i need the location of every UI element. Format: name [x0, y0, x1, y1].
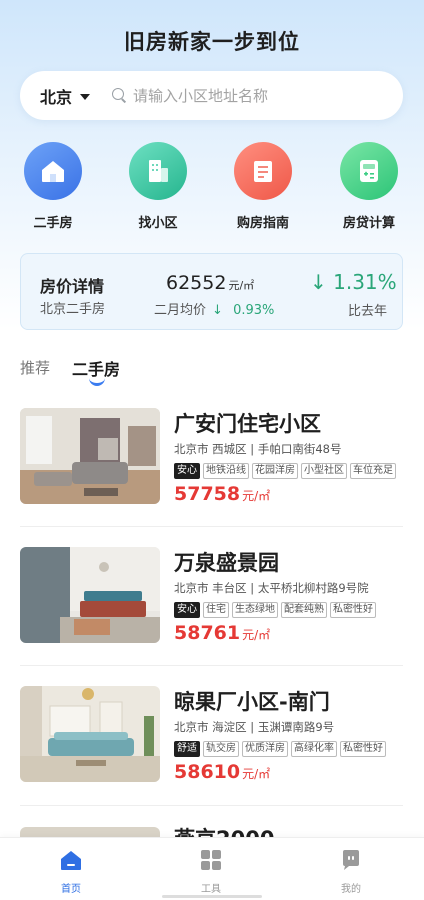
home-indicator — [162, 895, 262, 898]
divider — [20, 526, 403, 527]
arrow-down-icon: ↓ — [212, 303, 223, 318]
yearly-change: ↓ 1.31% — [310, 270, 397, 294]
listing-tag: 生态绿地 — [232, 602, 278, 618]
listing-badge: 舒适 — [174, 741, 200, 757]
listing-price: 58761 元/㎡ — [174, 622, 270, 644]
listing-tags: 舒适 轨交房 优质洋房 高绿化率 私密性好 — [174, 741, 389, 757]
calculator-icon — [340, 142, 398, 200]
profile-icon — [311, 848, 391, 876]
listing-price: 57758 元/㎡ — [174, 483, 270, 505]
listing-price-value: 57758 — [174, 483, 241, 505]
year-change-value: 1.31% — [333, 270, 397, 294]
listing-name: 晾果厂小区-南门 — [174, 690, 330, 714]
nav-home-label: 首页 — [61, 884, 81, 895]
listing-photo — [20, 547, 160, 643]
guide-book-icon — [234, 142, 292, 200]
price-details-card[interactable]: 房价详情 北京二手房 62552 元/㎡ 二月均价 ↓ 0.93% ↓ 1.31% … — [20, 253, 403, 330]
nav-tools-label: 工具 — [201, 884, 221, 895]
listing-photo — [20, 686, 160, 782]
listing-price-value: 58610 — [174, 761, 241, 783]
city-label: 北京 — [40, 87, 73, 107]
listing-tag: 轨交房 — [203, 741, 239, 757]
home-icon — [31, 848, 111, 876]
monthly-change: 二月均价 ↓ 0.93% — [154, 299, 274, 318]
page-title: 旧房新家一步到位 — [124, 30, 300, 54]
tab-second-hand[interactable]: 二手房 — [72, 356, 120, 380]
tab-recommend[interactable]: 推荐 — [20, 357, 50, 378]
city-selector[interactable]: 北京 — [40, 84, 91, 108]
quick-action-find-community[interactable]: 找小区 — [113, 142, 203, 231]
listing-price-unit: 元/㎡ — [242, 628, 271, 642]
listing-tag: 小型社区 — [301, 463, 347, 479]
search-input[interactable]: 请输入小区地址名称 — [133, 85, 268, 106]
listing-address: 北京市 西城区 | 手帕口南街48号 — [174, 442, 342, 456]
listing-tag: 住宅 — [203, 602, 229, 618]
listing-card[interactable]: 广安门住宅小区 北京市 西城区 | 手帕口南街48号 安心 地铁沿线 花园洋房 … — [20, 408, 403, 528]
listing-card[interactable]: 晾果厂小区-南门 北京市 海淀区 | 玉渊谭南路9号 舒适 轨交房 优质洋房 高… — [20, 686, 403, 806]
quick-action-label: 二手房 — [33, 216, 73, 231]
search-icon — [112, 87, 128, 104]
listing-card[interactable]: 万泉盛景园 北京市 丰台区 | 太平桥北柳村路9号院 安心 住宅 生态绿地 配套… — [20, 547, 403, 667]
quick-actions: 二手房 找小区 购房指南 房贷计算 — [0, 142, 424, 232]
listing-tags: 安心 地铁沿线 花园洋房 小型社区 车位充足 — [174, 463, 399, 479]
listing-name: 燕京2000 — [174, 823, 274, 837]
listing-badge: 安心 — [174, 602, 200, 618]
arrow-down-icon: ↓ — [310, 270, 327, 294]
listing-name: 万泉盛景园 — [174, 551, 279, 575]
listing-photo — [20, 408, 160, 504]
listing-price-unit: 元/㎡ — [242, 767, 271, 781]
quick-action-second-hand[interactable]: 二手房 — [8, 142, 98, 231]
house-icon — [24, 142, 82, 200]
caret-down-icon — [80, 93, 91, 100]
building-icon — [129, 142, 187, 200]
divider — [20, 665, 403, 666]
grid-tools-icon — [171, 848, 251, 876]
listing-tag: 私密性好 — [340, 741, 386, 757]
average-price-value: 62552 — [166, 272, 227, 294]
listing-tag: 车位充足 — [350, 463, 396, 479]
price-card-title: 房价详情 — [40, 277, 105, 296]
year-change-label: 比去年 — [348, 304, 388, 319]
quick-action-label: 购房指南 — [236, 216, 289, 231]
bottom-nav: 首页 工具 我的 — [0, 837, 424, 900]
listing-price-unit: 元/㎡ — [242, 489, 271, 503]
month-change-value: 0.93% — [233, 303, 275, 318]
quick-action-label: 房贷计算 — [342, 216, 395, 231]
listing-tag: 花园洋房 — [252, 463, 298, 479]
average-price-unit: 元/㎡ — [228, 279, 255, 292]
month-label: 二月均价 — [154, 303, 207, 318]
quick-action-buying-guide[interactable]: 购房指南 — [218, 142, 308, 231]
listing-photo — [20, 827, 160, 837]
listing-tags: 安心 住宅 生态绿地 配套纯熟 私密性好 — [174, 602, 379, 618]
listing-tag: 高绿化率 — [291, 741, 337, 757]
search-bar[interactable]: 北京 请输入小区地址名称 — [20, 71, 403, 120]
listing-price-value: 58761 — [174, 622, 241, 644]
listing-address: 北京市 丰台区 | 太平桥北柳村路9号院 — [174, 581, 369, 595]
listing-address: 北京市 海淀区 | 玉渊谭南路9号 — [174, 720, 335, 734]
nav-profile[interactable]: 我的 — [311, 848, 391, 895]
active-tab-indicator — [89, 378, 105, 386]
listing-price: 58610 元/㎡ — [174, 761, 270, 783]
quick-action-label: 找小区 — [138, 216, 178, 231]
divider — [20, 805, 403, 806]
listing-tag: 地铁沿线 — [203, 463, 249, 479]
nav-tools[interactable]: 工具 — [171, 848, 251, 895]
quick-action-mortgage-calc[interactable]: 房贷计算 — [324, 142, 414, 231]
listing-badge: 安心 — [174, 463, 200, 479]
listing-tag: 配套纯熟 — [281, 602, 327, 618]
nav-profile-label: 我的 — [341, 884, 361, 895]
price-card-subtitle: 北京二手房 — [40, 302, 106, 317]
nav-home[interactable]: 首页 — [31, 848, 111, 895]
listing-tag: 优质洋房 — [242, 741, 288, 757]
listing-name: 广安门住宅小区 — [174, 412, 321, 436]
listing-tag: 私密性好 — [330, 602, 376, 618]
average-price: 62552 元/㎡ — [166, 272, 254, 294]
